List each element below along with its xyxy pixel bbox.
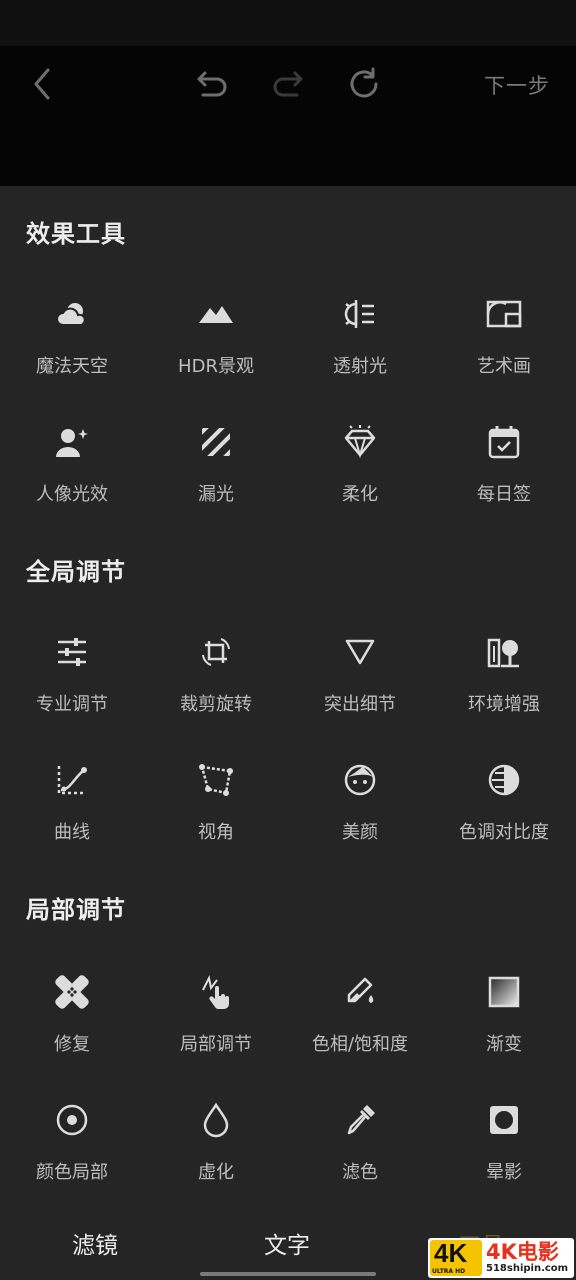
tool-art[interactable]: 艺术画: [432, 290, 576, 400]
tool-local-adjust[interactable]: 局部调节: [144, 968, 288, 1078]
tool-details[interactable]: 突出细节: [288, 628, 432, 738]
tool-label: 虚化: [198, 1162, 234, 1183]
tool-heal[interactable]: 修复: [0, 968, 144, 1078]
tool-magic-sky[interactable]: 魔法天空: [0, 290, 144, 400]
watermark-url: 518shipin.com: [486, 1263, 569, 1274]
tool-blur[interactable]: 虚化: [144, 1096, 288, 1206]
tool-beauty[interactable]: 美颜: [288, 756, 432, 866]
tool-soften[interactable]: 柔化: [288, 418, 432, 528]
tool-label: 颜色局部: [36, 1162, 108, 1183]
tool-label: 滤色: [342, 1162, 378, 1183]
tool-label: 人像光效: [36, 484, 108, 505]
tool-label: 视角: [198, 822, 234, 843]
tool-filter-color[interactable]: 滤色: [288, 1096, 432, 1206]
dropper-drop-icon: [340, 972, 380, 1012]
section-title-global: 全局调节: [26, 558, 126, 586]
home-indicator: [200, 1272, 376, 1276]
target-icon: [52, 1100, 92, 1140]
top-toolbar: 下一步: [0, 46, 576, 186]
perspective-icon: [196, 760, 236, 800]
tool-hue-saturation[interactable]: 色相/饱和度: [288, 968, 432, 1078]
sliders-icon: [52, 632, 92, 672]
watermark-title: 4K电影: [486, 1240, 559, 1264]
gradient-icon: [484, 972, 524, 1012]
tool-label: 漏光: [198, 484, 234, 505]
eyedropper-icon: [340, 1100, 380, 1140]
tool-light-rays[interactable]: 透射光: [288, 290, 432, 400]
tool-label: 美颜: [342, 822, 378, 843]
watermark-badge-sub: ULTRA HD: [432, 1268, 466, 1275]
watermark-badge-text: 4K: [434, 1238, 468, 1268]
diamond-icon: [340, 422, 380, 462]
tool-label: 突出细节: [324, 694, 396, 715]
tab-text[interactable]: 文字: [264, 1226, 310, 1260]
redo-icon[interactable]: [268, 66, 308, 102]
tools-panel: 效果工具 魔法天空 HDR景观 透射光 艺术画 人像光效 漏光 柔化 每日签 全…: [0, 186, 576, 1280]
tool-label: 透射光: [333, 356, 387, 377]
drop-icon: [196, 1100, 236, 1140]
tool-label: 渐变: [486, 1034, 522, 1055]
bandage-icon: [52, 972, 92, 1012]
tool-label: 环境增强: [468, 694, 540, 715]
watermark-logo: 4K ULTRA HD 4K电影 518shipin.com: [428, 1238, 574, 1278]
tool-label: 专业调节: [36, 694, 108, 715]
back-icon[interactable]: [26, 64, 58, 104]
calendar-check-icon: [484, 422, 524, 462]
tool-crop-rotate[interactable]: 裁剪旋转: [144, 628, 288, 738]
tab-filters[interactable]: 滤镜: [72, 1226, 118, 1260]
tool-label: 修复: [54, 1034, 90, 1055]
tool-label: 艺术画: [477, 356, 531, 377]
tool-daily[interactable]: 每日签: [432, 418, 576, 528]
tool-gradient[interactable]: 渐变: [432, 968, 576, 1078]
tool-portrait-light[interactable]: 人像光效: [0, 418, 144, 528]
tool-ambient[interactable]: 环境增强: [432, 628, 576, 738]
tool-tone-contrast[interactable]: 色调对比度: [432, 756, 576, 866]
crop-rotate-icon: [196, 632, 236, 672]
tool-label: 曲线: [54, 822, 90, 843]
section-title-effects: 效果工具: [26, 220, 126, 248]
undo-icon[interactable]: [192, 66, 232, 102]
tool-label: 局部调节: [180, 1034, 252, 1055]
contrast-icon: [484, 760, 524, 800]
tool-light-leak[interactable]: 漏光: [144, 418, 288, 528]
brush-hand-icon: [196, 972, 236, 1012]
status-bar: [0, 0, 576, 46]
tool-label: 色相/饱和度: [311, 1034, 409, 1055]
triangle-down-icon: [340, 632, 380, 672]
tool-label: HDR景观: [178, 356, 254, 377]
tool-label: 柔化: [342, 484, 378, 505]
tool-perspective[interactable]: 视角: [144, 756, 288, 866]
tool-label: 晕影: [486, 1162, 522, 1183]
tool-curves[interactable]: 曲线: [0, 756, 144, 866]
tool-color-local[interactable]: 颜色局部: [0, 1096, 144, 1206]
section-title-local: 局部调节: [26, 896, 126, 924]
tool-pro-adjust[interactable]: 专业调节: [0, 628, 144, 738]
vignette-icon: [484, 1100, 524, 1140]
next-step-button[interactable]: 下一步: [484, 70, 550, 100]
light-leak-icon: [196, 422, 236, 462]
tool-hdr[interactable]: HDR景观: [144, 290, 288, 400]
curve-icon: [52, 760, 92, 800]
art-frame-icon: [484, 294, 524, 334]
portrait-sparkle-icon: [52, 422, 92, 462]
tool-label: 每日签: [477, 484, 531, 505]
face-icon: [340, 760, 380, 800]
city-tree-icon: [484, 632, 524, 672]
light-rays-icon: [340, 294, 380, 334]
mountain-icon: [196, 294, 236, 334]
tool-vignette[interactable]: 晕影: [432, 1096, 576, 1206]
cloud-icon: [52, 294, 92, 334]
refresh-icon[interactable]: [344, 64, 384, 104]
watermark-badge: 4K ULTRA HD: [430, 1238, 482, 1276]
tool-label: 色调对比度: [459, 822, 549, 843]
tool-label: 裁剪旋转: [180, 694, 252, 715]
tool-label: 魔法天空: [36, 356, 108, 377]
